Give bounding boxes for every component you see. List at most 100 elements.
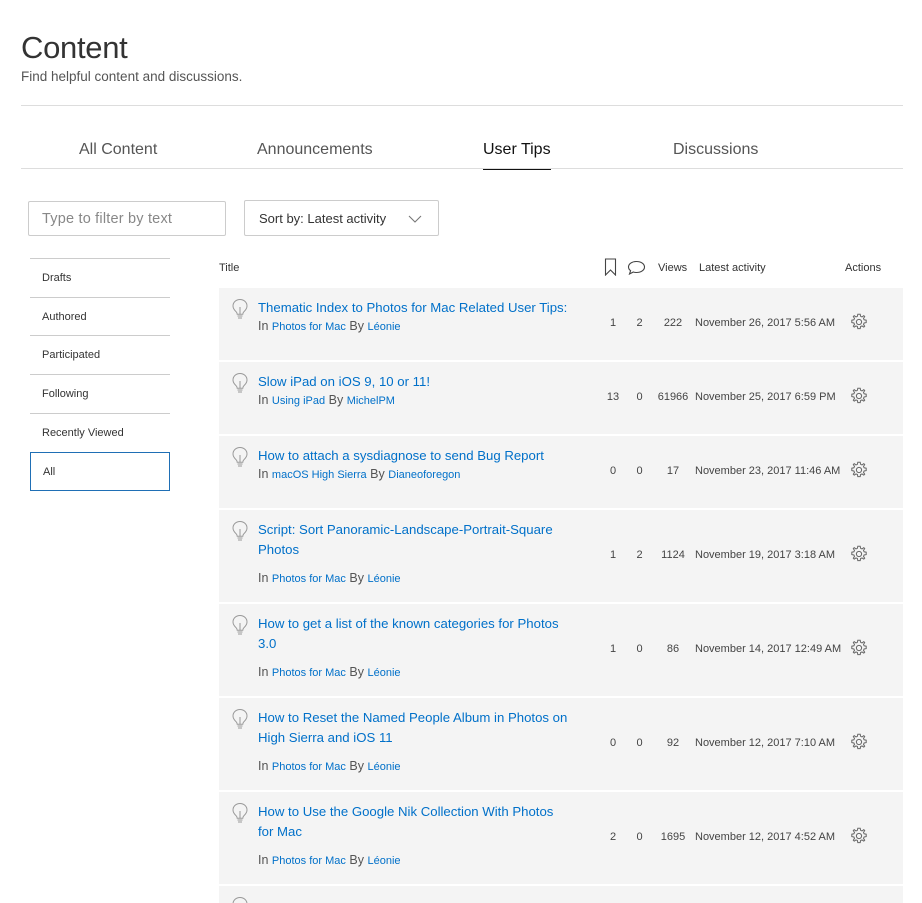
by-label: By bbox=[349, 665, 364, 679]
by-label: By bbox=[349, 571, 364, 585]
tip-title-link[interactable]: Thematic Index to Photos for Mac Related… bbox=[258, 298, 570, 318]
view-count: 86 bbox=[666, 643, 680, 655]
community-link[interactable]: Using iPad bbox=[272, 395, 325, 407]
table-row: Thematic Index to Photos for Mac Related… bbox=[219, 288, 903, 360]
by-label: By bbox=[349, 759, 364, 773]
tip-title-link[interactable]: How to attach a sysdiagnose to send Bug … bbox=[258, 446, 570, 466]
in-label: In bbox=[258, 467, 269, 481]
chevron-down-icon bbox=[408, 215, 422, 223]
author-link[interactable]: Léonie bbox=[367, 761, 400, 773]
tab-discussions[interactable]: Discussions bbox=[673, 141, 758, 159]
table-row-partial bbox=[219, 886, 903, 903]
latest-activity-date: November 14, 2017 12:49 AM bbox=[695, 643, 842, 655]
community-link[interactable]: macOS High Sierra bbox=[272, 469, 367, 481]
reply-count: 2 bbox=[636, 317, 643, 329]
view-count: 1695 bbox=[660, 831, 686, 843]
tip-meta: In macOS High Sierra By Dianeoforegon bbox=[258, 467, 460, 481]
gear-icon[interactable] bbox=[850, 545, 868, 563]
bookmark-count: 2 bbox=[609, 831, 617, 843]
bookmark-count: 13 bbox=[606, 391, 620, 403]
tab-user-tips[interactable]: User Tips bbox=[483, 141, 551, 170]
community-link[interactable]: Photos for Mac bbox=[272, 321, 346, 333]
lightbulb-icon bbox=[231, 372, 249, 394]
community-link[interactable]: Photos for Mac bbox=[272, 573, 346, 585]
author-link[interactable]: Léonie bbox=[367, 667, 400, 679]
in-label: In bbox=[258, 571, 269, 585]
latest-activity-date: November 23, 2017 11:46 AM bbox=[695, 465, 841, 477]
reply-count: 0 bbox=[636, 643, 643, 655]
author-link[interactable]: MichelPM bbox=[347, 395, 395, 407]
view-count: 222 bbox=[663, 317, 683, 329]
column-header-latest-activity: Latest activity bbox=[699, 262, 766, 274]
view-count: 92 bbox=[666, 737, 680, 749]
page-subtitle: Find helpful content and discussions. bbox=[21, 69, 243, 84]
community-link[interactable]: Photos for Mac bbox=[272, 761, 346, 773]
gear-icon[interactable] bbox=[850, 461, 868, 479]
tab-announcements[interactable]: Announcements bbox=[257, 141, 373, 159]
tip-meta: In Photos for Mac By Léonie bbox=[258, 665, 401, 679]
bookmark-count: 0 bbox=[609, 737, 617, 749]
reply-count: 0 bbox=[636, 737, 643, 749]
gear-icon[interactable] bbox=[850, 733, 868, 751]
gear-icon[interactable] bbox=[850, 827, 868, 845]
tip-title-link[interactable]: How to Use the Google Nik Collection Wit… bbox=[258, 802, 570, 842]
table-row: How to Reset the Named People Album in P… bbox=[219, 698, 903, 790]
lightbulb-icon bbox=[231, 298, 249, 320]
tip-meta: In Using iPad By MichelPM bbox=[258, 393, 395, 407]
by-label: By bbox=[349, 853, 364, 867]
table-row: How to attach a sysdiagnose to send Bug … bbox=[219, 436, 903, 508]
tip-title-link[interactable]: How to Reset the Named People Album in P… bbox=[258, 708, 570, 748]
sidebar-item-drafts[interactable]: Drafts bbox=[30, 258, 170, 297]
bookmark-count: 1 bbox=[609, 549, 617, 561]
column-header-title: Title bbox=[219, 262, 240, 274]
community-link[interactable]: Photos for Mac bbox=[272, 667, 346, 679]
latest-activity-date: November 26, 2017 5:56 AM bbox=[695, 317, 836, 329]
author-link[interactable]: Léonie bbox=[367, 573, 400, 585]
author-link[interactable]: Léonie bbox=[367, 855, 400, 867]
latest-activity-date: November 25, 2017 6:59 PM bbox=[695, 391, 836, 403]
in-label: In bbox=[258, 665, 269, 679]
header-divider bbox=[21, 105, 903, 106]
sidebar-item-participated[interactable]: Participated bbox=[30, 335, 170, 374]
latest-activity-date: November 12, 2017 7:10 AM bbox=[695, 737, 836, 749]
by-label: By bbox=[349, 319, 364, 333]
tip-meta: In Photos for Mac By Léonie bbox=[258, 571, 401, 585]
tab-all-content[interactable]: All Content bbox=[79, 141, 157, 159]
sidebar-item-following[interactable]: Following bbox=[30, 374, 170, 413]
column-header-actions: Actions bbox=[845, 262, 882, 274]
lightbulb-icon bbox=[231, 520, 249, 542]
in-label: In bbox=[258, 393, 269, 407]
tip-title-link[interactable]: Slow iPad on iOS 9, 10 or 11! bbox=[258, 372, 570, 392]
in-label: In bbox=[258, 319, 269, 333]
sidebar-item-recently-viewed[interactable]: Recently Viewed bbox=[30, 412, 170, 452]
sidebar-filters: Drafts Authored Participated Following R… bbox=[30, 258, 170, 492]
latest-activity-date: November 19, 2017 3:18 AM bbox=[695, 549, 836, 561]
sort-dropdown[interactable]: Sort by: Latest activity bbox=[244, 200, 439, 236]
tip-meta: In Photos for Mac By Léonie bbox=[258, 853, 401, 867]
in-label: In bbox=[258, 853, 269, 867]
in-label: In bbox=[258, 759, 269, 773]
gear-icon[interactable] bbox=[850, 387, 868, 405]
table-row: How to get a list of the known categorie… bbox=[219, 604, 903, 696]
tip-meta: In Photos for Mac By Léonie bbox=[258, 759, 401, 773]
table-row: How to Use the Google Nik Collection Wit… bbox=[219, 792, 903, 884]
page-title: Content bbox=[21, 30, 128, 65]
reply-count: 2 bbox=[636, 549, 643, 561]
bookmark-count: 1 bbox=[609, 643, 617, 655]
gear-icon[interactable] bbox=[850, 639, 868, 657]
sidebar-item-all[interactable]: All bbox=[30, 452, 170, 492]
comment-icon bbox=[627, 260, 646, 275]
sidebar-item-authored[interactable]: Authored bbox=[30, 296, 170, 336]
tip-title-link[interactable]: How to get a list of the known categorie… bbox=[258, 614, 570, 654]
author-link[interactable]: Léonie bbox=[367, 321, 400, 333]
lightbulb-icon bbox=[231, 802, 249, 824]
author-link[interactable]: Dianeoforegon bbox=[388, 469, 460, 481]
reply-count: 0 bbox=[636, 831, 643, 843]
table-row: Script: Sort Panoramic-Landscape-Portrai… bbox=[219, 510, 903, 602]
community-link[interactable]: Photos for Mac bbox=[272, 855, 346, 867]
bookmark-count: 1 bbox=[609, 317, 617, 329]
gear-icon[interactable] bbox=[850, 313, 868, 331]
filter-input[interactable] bbox=[28, 201, 226, 236]
tip-title-link[interactable]: Script: Sort Panoramic-Landscape-Portrai… bbox=[258, 520, 570, 560]
by-label: By bbox=[370, 467, 385, 481]
